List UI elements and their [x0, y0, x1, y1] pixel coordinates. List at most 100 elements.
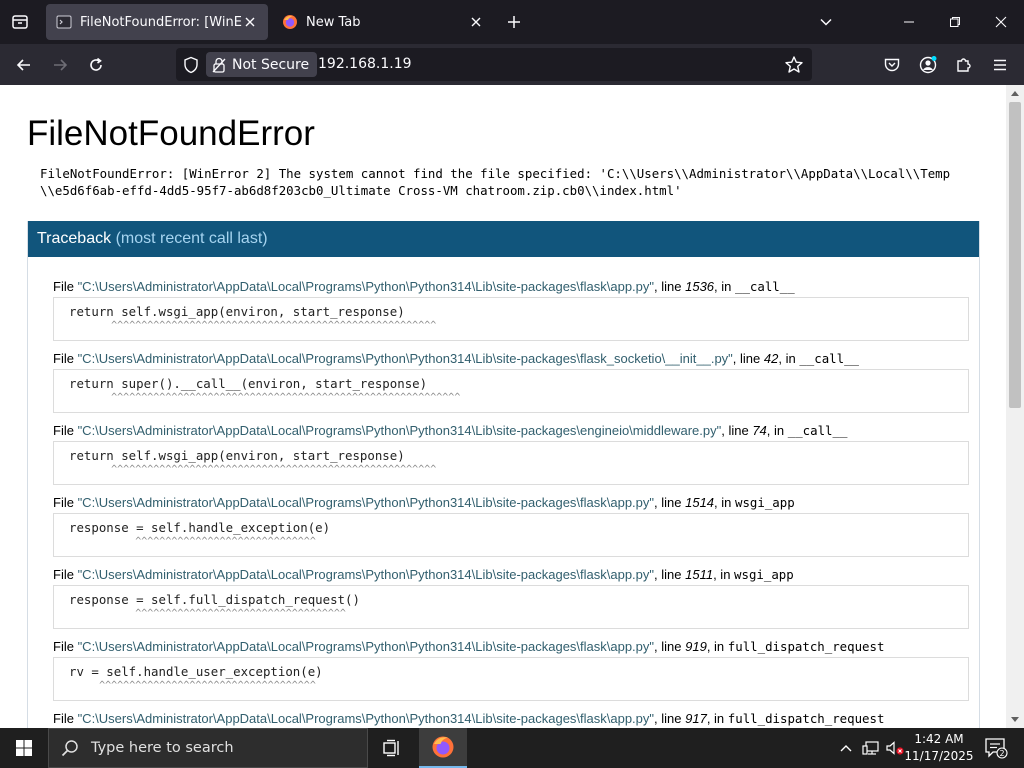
tab-error-page[interactable]: FileNotFoundError: [WinError 2] The sy — [46, 4, 268, 40]
frame-carets: ^^^^^^^^^^^^^^^^^^^^^^^^^^^^^^^^^^^ — [69, 608, 346, 619]
chevron-down-icon — [820, 18, 832, 26]
frame-in-prefix: , in — [706, 711, 728, 726]
traceback-frame: File "C:\Users\Administrator\AppData\Loc… — [53, 493, 969, 557]
frame-code-line: rv = self.handle_user_exception(e) — [69, 664, 323, 679]
frame-code-line: return self.wsgi_app(environ, start_resp… — [69, 448, 405, 463]
traceback-frame: File "C:\Users\Administrator\AppData\Loc… — [53, 565, 969, 629]
chevron-up-icon — [840, 745, 852, 752]
frame-line-number: 74 — [752, 423, 767, 438]
network-tray-icon[interactable] — [860, 728, 882, 768]
minimize-button[interactable] — [886, 0, 932, 44]
address-bar[interactable]: Not Secure 192.168.1.19 — [176, 48, 812, 81]
tab-list-icon — [12, 15, 28, 29]
frame-function: __call__ — [787, 423, 848, 438]
traceback-frame: File "C:\Users\Administrator\AppData\Loc… — [53, 637, 969, 701]
frame-file-path: "C:\Users\Administrator\AppData\Local\Pr… — [77, 351, 733, 366]
tab-close-icon[interactable] — [242, 14, 258, 30]
search-icon — [61, 740, 78, 757]
page-title: FileNotFoundError — [27, 114, 315, 153]
frame-code[interactable]: return super().__call__(environ, start_r… — [53, 369, 969, 413]
show-hidden-icons-button[interactable] — [836, 728, 856, 768]
frame-code-line: response = self.full_dispatch_request() — [69, 592, 360, 607]
account-button[interactable] — [913, 50, 943, 80]
list-all-tabs-button[interactable] — [814, 10, 838, 34]
taskbar-firefox[interactable] — [419, 728, 467, 768]
page-scrollbar[interactable] — [1006, 85, 1024, 728]
pocket-icon — [884, 58, 900, 72]
back-button[interactable] — [9, 50, 39, 80]
terminal-favicon-icon — [56, 15, 72, 29]
frame-code[interactable]: return self.wsgi_app(environ, start_resp… — [53, 441, 969, 485]
task-view-button[interactable] — [368, 728, 416, 768]
frame-in-prefix: , in — [706, 639, 728, 654]
forward-button[interactable] — [45, 50, 75, 80]
tab-new-tab[interactable]: New Tab — [272, 4, 494, 40]
error-message: FileNotFoundError: [WinError 2] The syst… — [40, 166, 951, 198]
frame-code[interactable]: response = self.full_dispatch_request() … — [53, 585, 969, 629]
frame-code[interactable]: rv = self.handle_user_exception(e) ^^^^^… — [53, 657, 969, 701]
puzzle-piece-icon — [957, 58, 971, 72]
windows-taskbar: Type here to search 1:42 AM 11/17/2025 2 — [0, 728, 1024, 768]
menu-button[interactable] — [985, 50, 1015, 80]
not-secure-indicator[interactable]: Not Secure — [206, 52, 318, 77]
new-tab-button[interactable] — [502, 10, 526, 34]
frame-file-prefix: File — [53, 711, 78, 726]
traceback-section: Traceback (most recent call last) File "… — [27, 221, 980, 728]
reload-button[interactable] — [81, 50, 111, 80]
notification-icon: 2 — [985, 738, 1008, 759]
frame-function: wsgi_app — [734, 567, 794, 582]
traceback-header: Traceback (most recent call last) — [28, 221, 979, 257]
action-center-button[interactable]: 2 — [976, 728, 1016, 768]
windows-logo-icon — [16, 740, 32, 756]
network-icon — [862, 741, 879, 755]
restore-button[interactable] — [932, 0, 978, 44]
frame-line-number: 919 — [685, 639, 707, 654]
tab-close-icon[interactable] — [468, 14, 484, 30]
traceback-frame: File "C:\Users\Administrator\AppData\Loc… — [53, 709, 969, 728]
start-button[interactable] — [0, 728, 48, 768]
traceback-title: Traceback — [37, 230, 112, 247]
frame-line-number: 1511 — [685, 567, 714, 582]
scroll-down-button[interactable] — [1006, 712, 1024, 728]
frame-function: full_dispatch_request — [727, 639, 885, 654]
frame-in-prefix: , in — [778, 351, 800, 366]
traceback-frame: File "C:\Users\Administrator\AppData\Loc… — [53, 421, 969, 485]
url-text[interactable]: 192.168.1.19 — [318, 56, 412, 72]
frame-code[interactable]: response = self.handle_exception(e) ^^^^… — [53, 513, 969, 557]
notification-count: 2 — [999, 749, 1004, 758]
hamburger-menu-icon — [994, 59, 1006, 71]
tracking-protection-shield-icon[interactable] — [182, 56, 200, 74]
frame-carets: ^^^^^^^^^^^^^^^^^^^^^^^^^^^^^^^^^^^^ — [69, 680, 316, 691]
pocket-button[interactable] — [877, 50, 907, 80]
frame-function: full_dispatch_request — [727, 711, 885, 726]
frame-location: File "C:\Users\Administrator\AppData\Loc… — [53, 421, 969, 441]
extensions-button[interactable] — [949, 50, 979, 80]
frame-file-path: "C:\Users\Administrator\AppData\Local\Pr… — [77, 423, 722, 438]
frame-in-prefix: , in — [714, 279, 735, 294]
frame-location: File "C:\Users\Administrator\AppData\Loc… — [53, 709, 969, 728]
frame-line-number: 1514 — [685, 495, 715, 510]
firefox-favicon-icon — [283, 15, 297, 29]
frame-line-prefix: , line — [732, 351, 764, 366]
frame-file-path: "C:\Users\Administrator\AppData\Local\Pr… — [77, 639, 655, 654]
volume-tray-icon[interactable] — [884, 728, 906, 768]
reload-icon — [90, 57, 102, 71]
frame-code[interactable]: return self.wsgi_app(environ, start_resp… — [53, 297, 969, 341]
scrollbar-thumb[interactable] — [1009, 102, 1021, 408]
frame-file-path: "C:\Users\Administrator\AppData\Local\Pr… — [77, 711, 655, 726]
frame-file-prefix: File — [53, 567, 78, 582]
taskbar-search-box[interactable]: Type here to search — [48, 728, 368, 768]
close-window-button[interactable] — [978, 0, 1024, 44]
scroll-up-button[interactable] — [1006, 85, 1024, 101]
tab-list-button[interactable] — [0, 0, 40, 44]
frame-carets: ^^^^^^^^^^^^^^^^^^^^^^^^^^^^^^^^^^^^^^^^… — [69, 392, 461, 403]
frame-location: File "C:\Users\Administrator\AppData\Loc… — [53, 493, 969, 513]
frame-function: wsgi_app — [735, 495, 795, 510]
frame-carets: ^^^^^^^^^^^^^^^^^^^^^^^^^^^^^^^^^^^^^^^^… — [69, 464, 437, 475]
frame-line-number: 42 — [763, 351, 779, 366]
arrow-left-icon — [16, 59, 30, 71]
bookmark-star-icon[interactable] — [784, 55, 804, 75]
plus-icon — [508, 16, 520, 28]
page-viewport: FileNotFoundError FileNotFoundError: [Wi… — [0, 85, 1006, 728]
taskbar-clock[interactable]: 1:42 AM 11/17/2025 — [904, 731, 974, 765]
